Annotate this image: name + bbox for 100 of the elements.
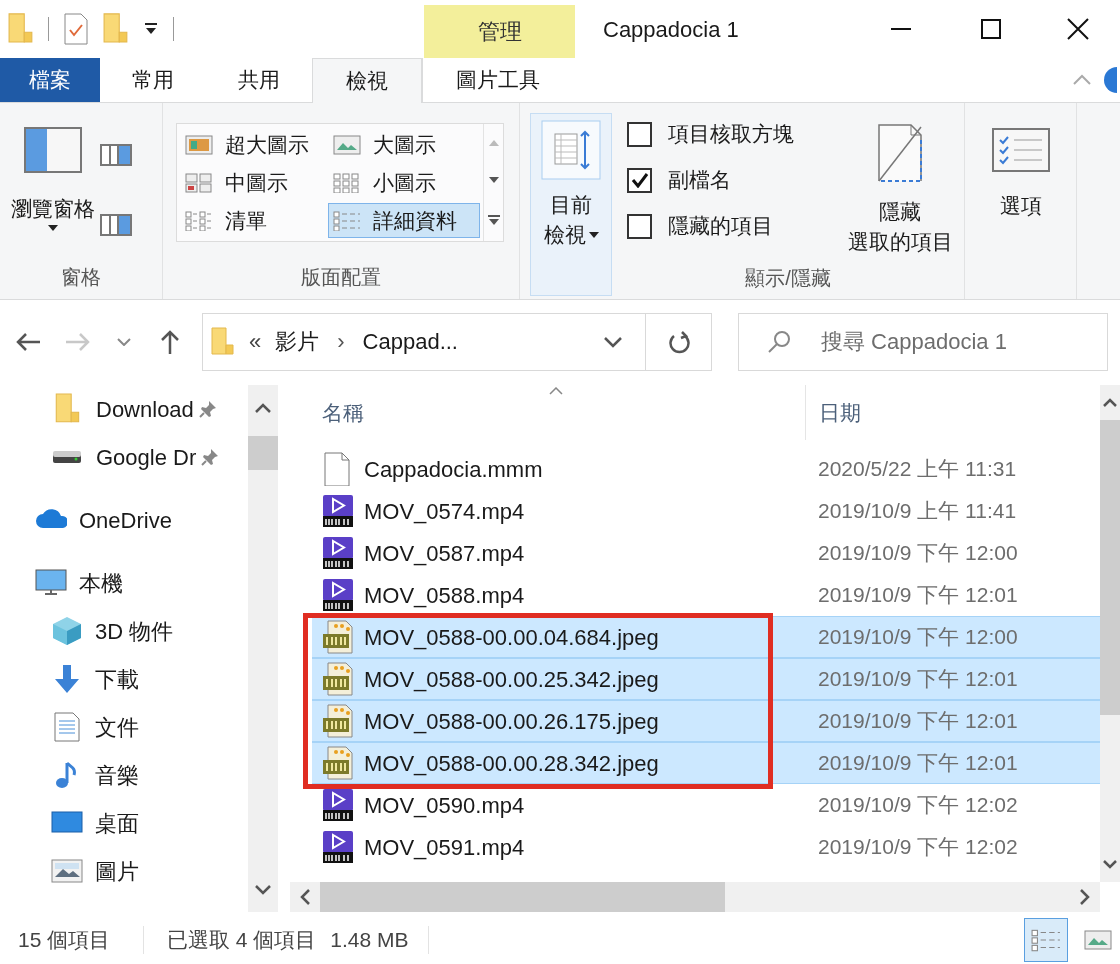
picture-view-icon: [1084, 929, 1112, 950]
file-name: MOV_0588-00.00.26.175.jpeg: [364, 707, 659, 736]
pane-icon: [24, 127, 82, 173]
breadcrumb-separator[interactable]: ›: [333, 325, 349, 358]
file-name: MOV_0588-00.00.25.342.jpeg: [364, 665, 659, 694]
view-extra-large-icon: [185, 134, 213, 155]
chevron-down-icon: [603, 335, 623, 348]
scrollbar-thumb[interactable]: [1100, 420, 1120, 715]
ribbon-tab[interactable]: 檔案: [0, 58, 100, 102]
minimize-icon: [890, 28, 912, 30]
sidebar-item[interactable]: Download: [0, 385, 248, 433]
view-list-icon: [185, 210, 213, 231]
preview-pane-button[interactable]: 瀏覽窗格: [0, 103, 100, 255]
overflow-chevron[interactable]: «: [249, 325, 262, 358]
view-small-icon: [333, 172, 361, 193]
more-button[interactable]: [487, 215, 500, 226]
sidebar-item[interactable]: 桌面: [0, 799, 248, 847]
file-name: MOV_0591.mp4: [364, 833, 525, 862]
scrollbar[interactable]: [290, 882, 1100, 912]
details-view-button[interactable]: [1024, 917, 1068, 962]
file-name: MOV_0588-00.00.04.684.jpeg: [364, 623, 659, 652]
file-row[interactable]: MOV_0588.mp4 2019/10/9 下午 12:01: [312, 574, 1100, 616]
video-file-icon: [322, 536, 354, 570]
details-pane-button[interactable]: [100, 213, 134, 237]
navigation-pane-button[interactable]: [100, 143, 134, 167]
group-label: 版面配置: [300, 265, 382, 290]
column-header[interactable]: 名稱: [312, 385, 805, 440]
layout-option[interactable]: 詳細資料: [328, 203, 480, 238]
ribbon-tab[interactable]: 檢視: [312, 58, 422, 103]
image-file-icon: [322, 704, 354, 738]
sidebar-item[interactable]: 音樂: [0, 751, 248, 799]
breadcrumb[interactable]: 影片: [275, 325, 320, 358]
file-row[interactable]: MOV_0588-00.00.28.342.jpeg 2019/10/9 下午 12:01: [312, 742, 1100, 784]
layout-option[interactable]: 超大圖示: [180, 127, 328, 162]
file-row[interactable]: MOV_0591.mp4 2019/10/9 下午 12:02: [312, 826, 1100, 868]
chevron-up-icon: [1073, 74, 1091, 86]
layout-option[interactable]: 中圖示: [180, 165, 328, 200]
scrollbar-thumb[interactable]: [320, 882, 725, 912]
options-icon: [991, 128, 1050, 172]
checkbox[interactable]: [627, 213, 652, 239]
sidebar-item[interactable]: Google Dr: [0, 433, 248, 481]
layout-option[interactable]: 小圖示: [328, 165, 480, 200]
address-bar[interactable]: « 影片 › Cappad...: [202, 312, 712, 371]
file-name: MOV_0574.mp4: [364, 497, 525, 526]
item-count: 15 個項目: [17, 926, 112, 953]
file-row[interactable]: MOV_0588-00.00.25.342.jpeg 2019/10/9 下午 12:01: [312, 658, 1100, 700]
file-row[interactable]: MOV_0574.mp4 2019/10/9 上午 11:41: [312, 490, 1100, 532]
file-row[interactable]: MOV_0588-00.00.04.684.jpeg 2019/10/9 下午 12:00: [312, 616, 1100, 658]
file-row[interactable]: Cappadocia.mmm 2020/5/22 上午 11:31: [312, 448, 1100, 490]
file-name: MOV_0587.mp4: [364, 539, 525, 568]
properties-icon[interactable]: [63, 12, 89, 46]
file-name: MOV_0588-00.00.28.342.jpeg: [364, 749, 659, 778]
objects-icon: [51, 615, 83, 647]
scrollbar[interactable]: [1100, 385, 1120, 882]
layout-option[interactable]: 大圖示: [328, 127, 480, 162]
chevron-down-icon: [1103, 860, 1117, 869]
sort-caret-icon: [549, 387, 563, 395]
sidebar-item[interactable]: 下載: [0, 655, 248, 703]
current-view-button[interactable]: 目前 檢視: [530, 113, 612, 296]
hide-selected-button[interactable]: 隱藏 選取的項目: [840, 103, 960, 257]
table-resize-icon: [541, 120, 601, 180]
view-medium-icon: [185, 172, 213, 193]
file-date: 2019/10/9 下午 12:02: [817, 834, 1019, 861]
sidebar-item[interactable]: OneDrive: [0, 496, 248, 544]
sidebar-item[interactable]: 文件: [0, 703, 248, 751]
selection-size: 1.48 MB: [329, 926, 410, 953]
checkbox-option[interactable]: 項目核取方塊: [627, 117, 840, 151]
page-icon: [877, 123, 923, 183]
scrollbar[interactable]: [248, 385, 278, 912]
file-row[interactable]: MOV_0590.mp4 2019/10/9 下午 12:02: [312, 784, 1100, 826]
video-file-icon: [322, 494, 354, 528]
details-pane-icon: [100, 214, 132, 236]
chevron-down-icon: [117, 337, 131, 346]
checkbox[interactable]: [627, 167, 652, 193]
selection-count: 已選取 4 個項目: [166, 926, 317, 953]
sidebar-item[interactable]: 圖片: [0, 847, 248, 895]
checkbox-option[interactable]: 副檔名: [627, 163, 840, 197]
caret-icon: [48, 224, 58, 231]
scroll-down-button[interactable]: [488, 177, 499, 184]
group-label: 窗格: [60, 265, 102, 290]
video-file-icon: [322, 830, 354, 864]
file-row[interactable]: MOV_0587.mp4 2019/10/9 下午 12:00: [312, 532, 1100, 574]
search-icon: [766, 328, 792, 355]
checkbox[interactable]: [627, 121, 652, 147]
sidebar-item[interactable]: 本機: [0, 559, 248, 607]
scrollbar-thumb[interactable]: [248, 436, 278, 470]
file-date: 2019/10/9 下午 12:01: [817, 582, 1019, 609]
breadcrumb[interactable]: Cappad...: [362, 325, 458, 358]
maximize-icon: [980, 18, 1002, 40]
chevron-left-icon: [300, 889, 310, 905]
folder-icon: [211, 326, 235, 357]
search-field[interactable]: 搜尋 Cappadocia 1: [738, 312, 1108, 371]
sidebar-item[interactable]: 3D 物件: [0, 607, 248, 655]
checkbox-option[interactable]: 隱藏的項目: [627, 209, 840, 243]
options-button[interactable]: 選項: [965, 103, 1076, 299]
file-row[interactable]: MOV_0588-00.00.26.175.jpeg 2019/10/9 下午 12:01: [312, 700, 1100, 742]
layout-option[interactable]: 清單: [180, 203, 328, 238]
window-title: Cappadocia 1: [602, 15, 740, 44]
caret-icon: [588, 232, 599, 238]
file-date: 2019/10/9 下午 12:01: [817, 750, 1019, 777]
